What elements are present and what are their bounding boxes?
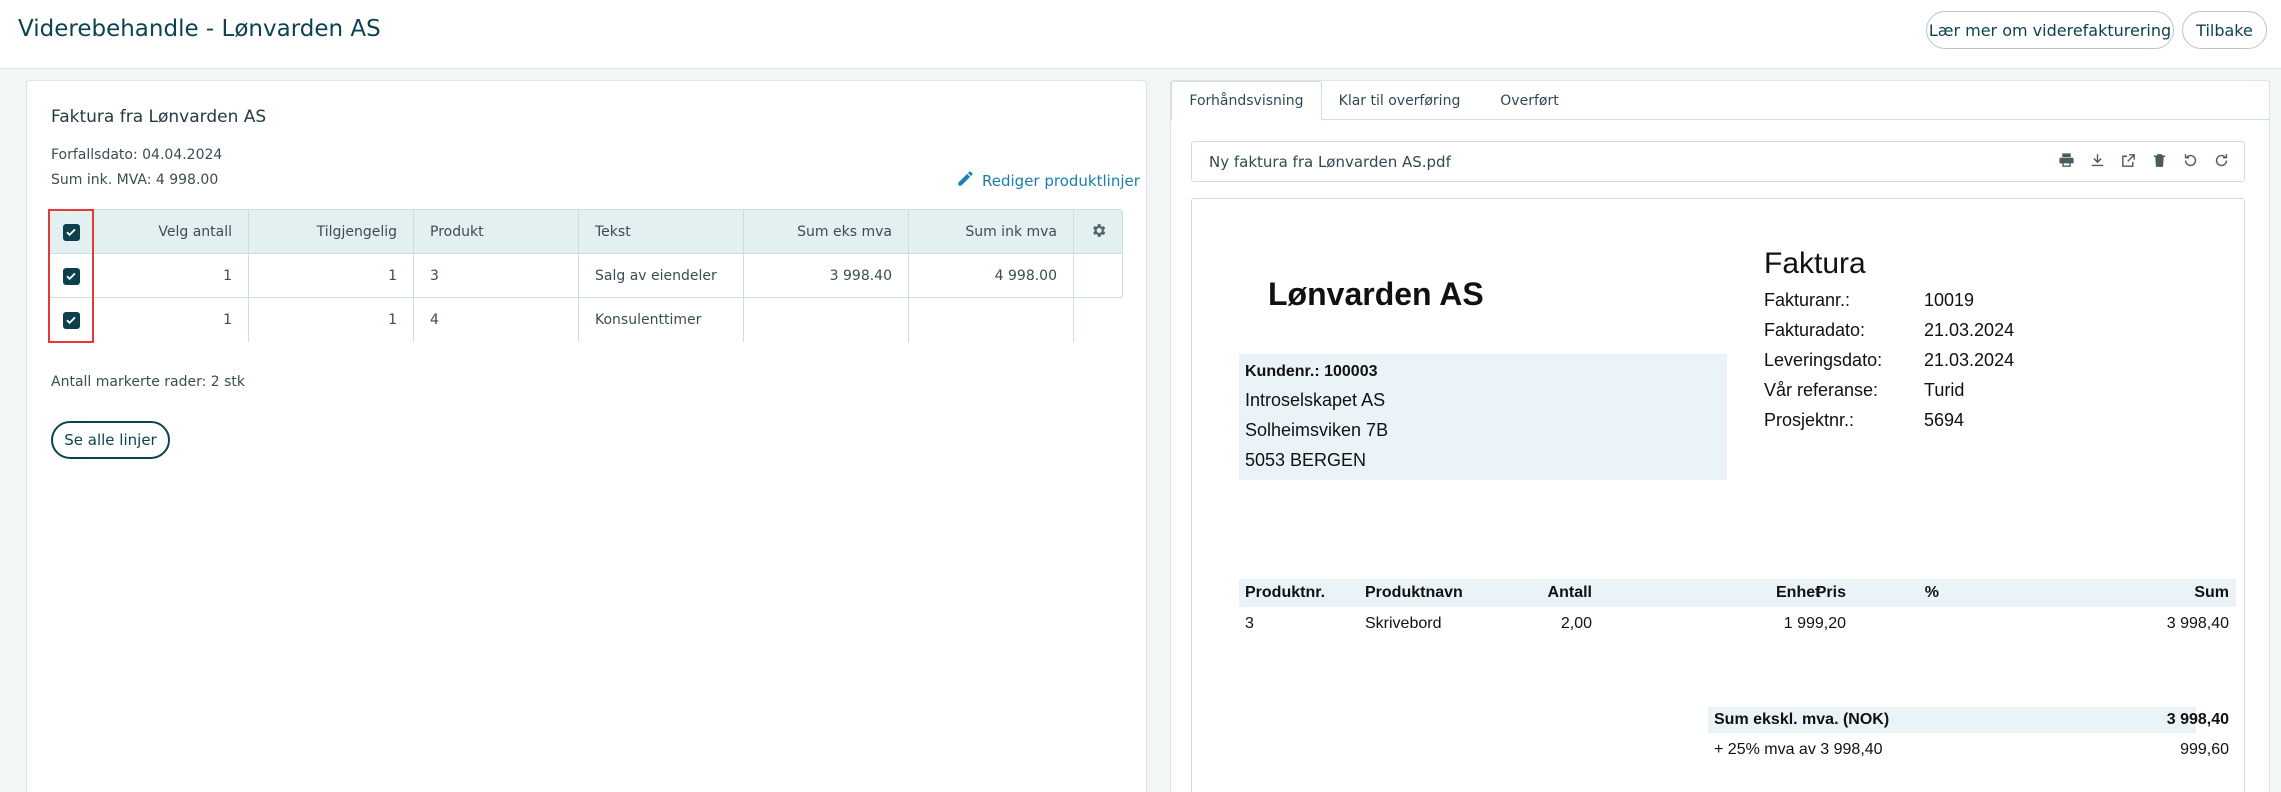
sum-excl-label: Sum ekskl. mva. (NOK) bbox=[1714, 711, 1890, 728]
delete-icon[interactable] bbox=[2151, 152, 2168, 169]
line-pris: 1 999,20 bbox=[1783, 615, 1846, 632]
pdf-toolbar bbox=[2058, 152, 2230, 169]
lines-col-enhet: Enhet bbox=[1776, 584, 1821, 601]
lines-col-produktnr: Produktnr. bbox=[1245, 584, 1326, 601]
vat-value: 999,60 bbox=[2180, 741, 2229, 758]
quantity-cell[interactable]: 1 bbox=[93, 254, 248, 298]
edit-product-lines-label: Rediger produktlinjer bbox=[982, 171, 1140, 190]
column-settings-button[interactable] bbox=[1073, 210, 1122, 254]
download-icon[interactable] bbox=[2089, 152, 2106, 169]
table-row[interactable]: 1 1 3 Salg av eiendeler 3 998.40 4 998.0… bbox=[49, 254, 1122, 298]
meta-value: Turid bbox=[1924, 380, 1965, 400]
product-lines-table: Velg antall Tilgjengelig Produkt Tekst S… bbox=[48, 209, 1123, 342]
see-all-lines-button[interactable]: Se alle linjer bbox=[51, 421, 170, 459]
lines-col-antall: Antall bbox=[1547, 584, 1592, 601]
line-produktnavn: Skrivebord bbox=[1365, 615, 1442, 632]
rotate-right-icon[interactable] bbox=[2213, 152, 2230, 169]
column-header: Tekst bbox=[578, 210, 743, 254]
lines-col-sum: Sum bbox=[2194, 584, 2229, 601]
preview-panel: Forhåndsvisning Klar til overføring Over… bbox=[1170, 80, 2270, 792]
tab-bar: Forhåndsvisning Klar til overføring Over… bbox=[1171, 81, 2269, 121]
select-all-checkbox[interactable] bbox=[49, 210, 93, 254]
sum-excl-cell: 3 998.40 bbox=[743, 254, 908, 298]
meta-label: Vår referanse: bbox=[1764, 380, 1879, 400]
selected-rows-count: Antall markerte rader: 2 stk bbox=[51, 374, 246, 390]
lines-col-pct: % bbox=[1924, 584, 1939, 601]
meta-value: 5694 bbox=[1924, 410, 1965, 430]
top-bar: Viderebehandle - Lønvarden AS Lær mer om… bbox=[0, 0, 2281, 69]
available-cell: 1 bbox=[248, 254, 413, 298]
pencil-icon bbox=[956, 169, 975, 192]
tab-transferred[interactable]: Overført bbox=[1477, 81, 1582, 120]
product-cell: 3 bbox=[413, 254, 578, 298]
meta-label: Prosjektnr.: bbox=[1764, 410, 1855, 430]
sum-excl-cell bbox=[743, 298, 908, 342]
gear-icon bbox=[1090, 222, 1107, 243]
row-checkbox[interactable] bbox=[49, 254, 93, 298]
invoice-heading: Faktura fra Lønvarden AS bbox=[51, 107, 267, 127]
due-date: Forfallsdato: 04.04.2024 bbox=[51, 147, 223, 163]
sum-incl-cell bbox=[908, 298, 1073, 342]
page-title: Viderebehandle - Lønvarden AS bbox=[18, 16, 381, 42]
pdf-document: Lønvarden AS Faktura Fakturanr.: 10019 F… bbox=[1191, 198, 2245, 792]
sum-excl-value: 3 998,40 bbox=[2166, 711, 2229, 728]
column-header: Sum ink mva bbox=[908, 210, 1073, 254]
meta-label: Fakturanr.: bbox=[1764, 290, 1851, 310]
back-button[interactable]: Tilbake bbox=[2182, 11, 2267, 49]
meta-label: Fakturadato: bbox=[1764, 320, 1866, 340]
edit-product-lines-link[interactable]: Rediger produktlinjer bbox=[956, 169, 1140, 192]
sum-incl-vat: Sum ink. MVA: 4 998.00 bbox=[51, 172, 219, 188]
row-actions-cell bbox=[1073, 298, 1122, 342]
product-cell: 4 bbox=[413, 298, 578, 342]
line-antall: 2,00 bbox=[1560, 615, 1592, 632]
text-cell: Salg av eiendeler bbox=[578, 254, 743, 298]
available-cell: 1 bbox=[248, 298, 413, 342]
print-icon[interactable] bbox=[2058, 152, 2075, 169]
sum-incl-cell: 4 998.00 bbox=[908, 254, 1073, 298]
customer-name: Introselskapet AS bbox=[1245, 390, 1386, 410]
pdf-viewer-header: Ny faktura fra Lønvarden AS.pdf bbox=[1191, 141, 2245, 182]
meta-value: 21.03.2024 bbox=[1924, 320, 2015, 340]
row-actions-cell bbox=[1073, 254, 1122, 298]
vat-label: + 25% mva av 3 998,40 bbox=[1714, 741, 1883, 758]
customer-number: Kundenr.: 100003 bbox=[1245, 363, 1378, 380]
company-logo-text: Lønvarden AS bbox=[1268, 276, 1484, 312]
line-sum: 3 998,40 bbox=[2166, 615, 2229, 632]
invoice-lines-panel: Faktura fra Lønvarden AS Forfallsdato: 0… bbox=[26, 80, 1147, 792]
column-header: Velg antall bbox=[93, 210, 248, 254]
column-header: Tilgjengelig bbox=[248, 210, 413, 254]
meta-value: 21.03.2024 bbox=[1924, 350, 2015, 370]
meta-value: 10019 bbox=[1924, 290, 1975, 310]
learn-more-button[interactable]: Lær mer om viderefakturering bbox=[1926, 11, 2174, 49]
pdf-file-name: Ny faktura fra Lønvarden AS.pdf bbox=[1209, 153, 1451, 171]
tab-ready-for-transfer[interactable]: Klar til overføring bbox=[1322, 81, 1477, 120]
document-title: Faktura bbox=[1764, 247, 1866, 280]
lines-col-pris: Pris bbox=[1815, 584, 1846, 601]
column-header: Produkt bbox=[413, 210, 578, 254]
meta-label: Leveringsdato: bbox=[1764, 350, 1883, 370]
customer-street: Solheimsviken 7B bbox=[1245, 420, 1389, 440]
row-checkbox[interactable] bbox=[49, 298, 93, 342]
customer-city: 5053 BERGEN bbox=[1245, 450, 1367, 470]
rotate-left-icon[interactable] bbox=[2182, 152, 2199, 169]
table-row[interactable]: 1 1 4 Konsulenttimer bbox=[49, 298, 1122, 342]
column-header: Sum eks mva bbox=[743, 210, 908, 254]
lines-col-produktnavn: Produktnavn bbox=[1365, 584, 1463, 601]
text-cell: Konsulenttimer bbox=[578, 298, 743, 342]
quantity-cell[interactable]: 1 bbox=[93, 298, 248, 342]
tab-preview[interactable]: Forhåndsvisning bbox=[1171, 81, 1322, 121]
line-produktnr: 3 bbox=[1245, 615, 1254, 632]
open-external-icon[interactable] bbox=[2120, 152, 2137, 169]
table-header: Velg antall Tilgjengelig Produkt Tekst S… bbox=[49, 210, 1122, 254]
